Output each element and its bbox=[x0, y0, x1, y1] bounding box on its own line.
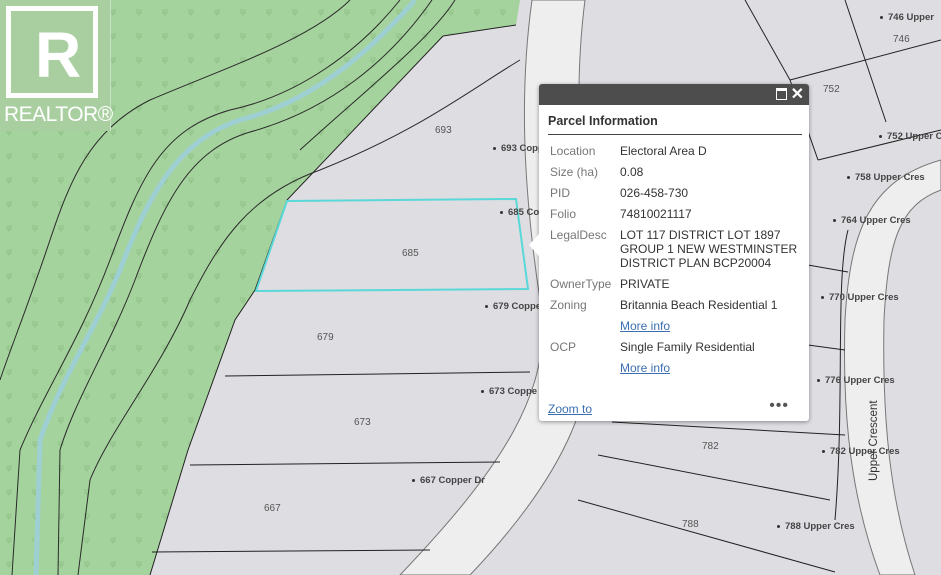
address-label: 752 Upper C bbox=[879, 131, 941, 142]
address-label: 764 Upper Cres bbox=[833, 215, 911, 226]
street-label-upper-crescent: Upper Crescent bbox=[868, 400, 880, 481]
address-label: 693 Copp bbox=[493, 143, 544, 154]
address-dot bbox=[481, 389, 484, 393]
logo-wordmark: REALTOR® bbox=[4, 103, 113, 126]
more-actions-icon[interactable]: ••• bbox=[769, 397, 789, 415]
parcel-number: 788 bbox=[682, 519, 699, 530]
address-dot bbox=[822, 449, 825, 453]
parcel-number: 685 bbox=[402, 248, 419, 259]
address-dot bbox=[821, 295, 824, 299]
popup-titlebar: ✕ bbox=[539, 84, 809, 105]
address-dot bbox=[847, 175, 850, 179]
address-dot bbox=[833, 218, 836, 222]
address-dot bbox=[879, 134, 882, 138]
address-label: 685 Co bbox=[500, 207, 539, 218]
address-dot bbox=[412, 478, 415, 482]
address-dot bbox=[500, 210, 503, 214]
address-dot bbox=[485, 304, 488, 308]
parcel-number: 752 bbox=[823, 84, 840, 95]
popup-title: Parcel Information bbox=[548, 114, 658, 128]
address-label: 679 Coppe bbox=[485, 301, 541, 312]
parcel-number: 782 bbox=[702, 441, 719, 452]
address-dot bbox=[493, 146, 496, 150]
address-dot bbox=[817, 378, 820, 382]
parcel-number: 693 bbox=[435, 125, 452, 136]
maximize-icon[interactable] bbox=[776, 88, 787, 100]
parcel-number: 679 bbox=[317, 332, 334, 343]
parcel-info-popup: ✕ Parcel Information Location Electoral A… bbox=[529, 84, 809, 421]
parcel-number: 673 bbox=[354, 417, 371, 428]
ocp-more-info-link[interactable]: More info bbox=[620, 361, 800, 375]
address-dot bbox=[777, 524, 780, 528]
realtor-mark: R bbox=[6, 6, 98, 98]
address-label: 667 Copper Dr bbox=[412, 475, 485, 486]
zoom-to-link[interactable]: Zoom to bbox=[548, 402, 592, 416]
address-dot bbox=[880, 15, 883, 19]
close-icon[interactable]: ✕ bbox=[791, 84, 804, 105]
zoning-more-info-link[interactable]: More info bbox=[620, 319, 800, 333]
parcel-number: 667 bbox=[264, 503, 281, 514]
address-label: 782 Upper Cres bbox=[822, 446, 900, 457]
realtor-logo[interactable]: R REALTOR® bbox=[0, 0, 113, 131]
address-label: 770 Upper Cres bbox=[821, 292, 899, 303]
logo-letter: R bbox=[35, 19, 82, 91]
parcel-number: 746 bbox=[893, 34, 910, 45]
address-label: 746 Upper bbox=[880, 12, 934, 23]
address-label: 776 Upper Cres bbox=[817, 375, 895, 386]
popup-pointer bbox=[529, 234, 539, 256]
address-label: 788 Upper Cres bbox=[777, 521, 855, 532]
address-label: 673 Coppe bbox=[481, 386, 537, 397]
address-label: 758 Upper Cres bbox=[847, 172, 925, 183]
popup-divider bbox=[548, 134, 802, 135]
